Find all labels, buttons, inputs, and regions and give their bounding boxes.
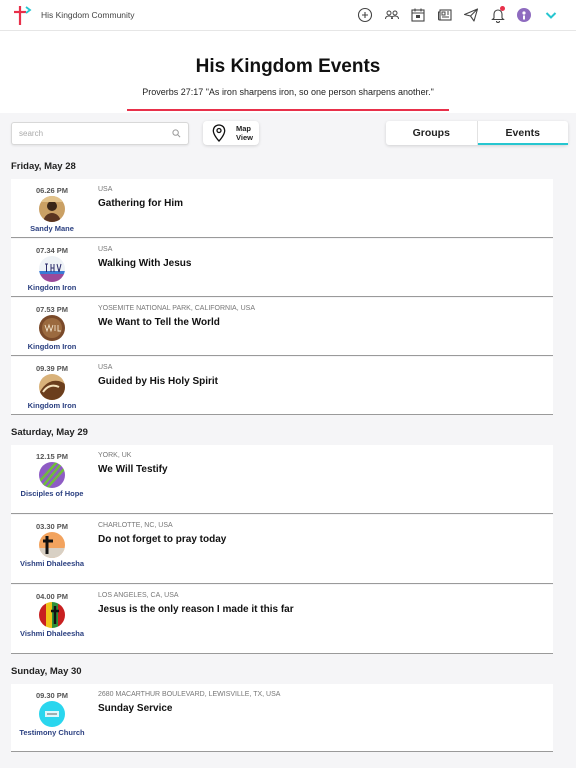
organizer-name: Sandy Mane [30, 224, 74, 233]
organizer-name: Vishmi Dhaleesha [19, 629, 85, 638]
event-row[interactable]: 04.00 PM Vishmi Dhaleesha LOS ANGELES, C… [11, 585, 553, 654]
chevron-down-icon[interactable] [538, 5, 565, 25]
app-title: His Kingdom Community [41, 10, 135, 20]
event-time: 03.30 PM [35, 522, 69, 531]
event-title: Jesus is the only reason I made it this … [98, 604, 294, 615]
event-time: 04.00 PM [35, 592, 69, 601]
event-row[interactable]: 12.15 PM Disciples of Hope YORK, UK We W… [11, 445, 553, 514]
event-row[interactable]: 06.26 PM Sandy Mane USA Gathering for Hi… [11, 179, 553, 238]
event-time: 09.39 PM [35, 364, 69, 373]
page-title: His Kingdom Events [195, 56, 381, 77]
organizer-avatar [39, 701, 65, 727]
organizer-avatar [39, 196, 65, 222]
event-location: USA [98, 364, 113, 371]
event-location: LOS ANGELES, CA, USA [98, 592, 179, 599]
tab-groups[interactable]: Groups [386, 121, 478, 145]
event-title: Walking With Jesus [98, 258, 192, 269]
groups-events-tabs: Groups Events [386, 121, 568, 145]
organizer-avatar [39, 374, 65, 400]
calendar-icon[interactable] [405, 5, 432, 25]
title-underline [127, 109, 449, 111]
event-time: 07.34 PM [35, 246, 69, 255]
organizer-avatar [39, 602, 65, 628]
organizer-avatar [39, 532, 65, 558]
organizer-name: Kingdom Iron [27, 283, 77, 292]
organizer-name: Testimony Church [19, 728, 85, 737]
people-icon[interactable] [379, 5, 406, 25]
newspaper-icon[interactable] [432, 5, 459, 25]
tab-events[interactable]: Events [477, 121, 569, 145]
event-time: 12.15 PM [35, 452, 69, 461]
search-input[interactable] [12, 123, 162, 144]
top-nav-icons [352, 5, 564, 25]
event-title: Do not forget to pray today [98, 534, 227, 545]
search-icon[interactable] [172, 129, 181, 138]
organizer-avatar [39, 462, 65, 488]
organizer-avatar [39, 315, 65, 341]
top-bar: His Kingdom Community [0, 0, 576, 31]
bell-icon[interactable] [485, 5, 512, 25]
event-time: 07.53 PM [35, 305, 69, 314]
event-location: USA [98, 246, 113, 253]
add-circle-icon[interactable] [352, 5, 379, 25]
event-location: USA [98, 186, 113, 193]
event-title: Sunday Service [98, 703, 173, 714]
cross-logo-icon[interactable] [12, 4, 34, 26]
hero-header: His Kingdom Events Proverbs 27:17 "As ir… [0, 31, 576, 113]
event-time: 06.26 PM [35, 186, 69, 195]
organizer-name: Kingdom Iron [27, 342, 77, 351]
event-row[interactable]: 07.53 PM Kingdom Iron YOSEMITE NATIONAL … [11, 298, 553, 356]
organizer-name: Vishmi Dhaleesha [19, 559, 85, 568]
date-header: Sunday, May 30 [11, 666, 82, 677]
organizer-avatar [39, 256, 65, 282]
organizer-name: Disciples of Hope [20, 489, 84, 498]
verse-text: Proverbs 27:17 "As iron sharpens iron, s… [142, 87, 434, 97]
event-title: We Will Testify [98, 464, 168, 475]
profile-icon[interactable] [511, 5, 538, 25]
event-row[interactable]: 09.39 PM Kingdom Iron USA Guided by His … [11, 357, 553, 415]
organizer-name: Kingdom Iron [27, 401, 77, 410]
event-row[interactable]: 09.30 PM Testimony Church 2680 MACARTHUR… [11, 684, 553, 752]
map-view-label: Map View [236, 124, 253, 142]
event-location: CHARLOTTE, NC, USA [98, 522, 173, 529]
event-title: We Want to Tell the World [98, 317, 220, 328]
map-pin-icon [212, 124, 226, 142]
notification-dot [500, 6, 505, 11]
event-location: YORK, UK [98, 452, 132, 459]
event-time: 09.30 PM [35, 691, 69, 700]
event-row[interactable]: 03.30 PM Vishmi Dhaleesha CHARLOTTE, NC,… [11, 515, 553, 584]
event-location: YOSEMITE NATIONAL PARK, CALIFORNIA, USA [98, 305, 256, 312]
event-title: Guided by His Holy Spirit [98, 376, 219, 387]
map-view-button[interactable]: Map View [203, 121, 259, 145]
event-title: Gathering for Him [98, 198, 184, 209]
event-location: 2680 MACARTHUR BOULEVARD, LEWISVILLE, TX… [98, 691, 281, 698]
search-box [11, 122, 189, 145]
send-icon[interactable] [458, 5, 485, 25]
date-header: Saturday, May 29 [11, 427, 88, 438]
date-header: Friday, May 28 [11, 161, 76, 172]
event-row[interactable]: 07.34 PM Kingdom Iron USA Walking With J… [11, 239, 553, 297]
